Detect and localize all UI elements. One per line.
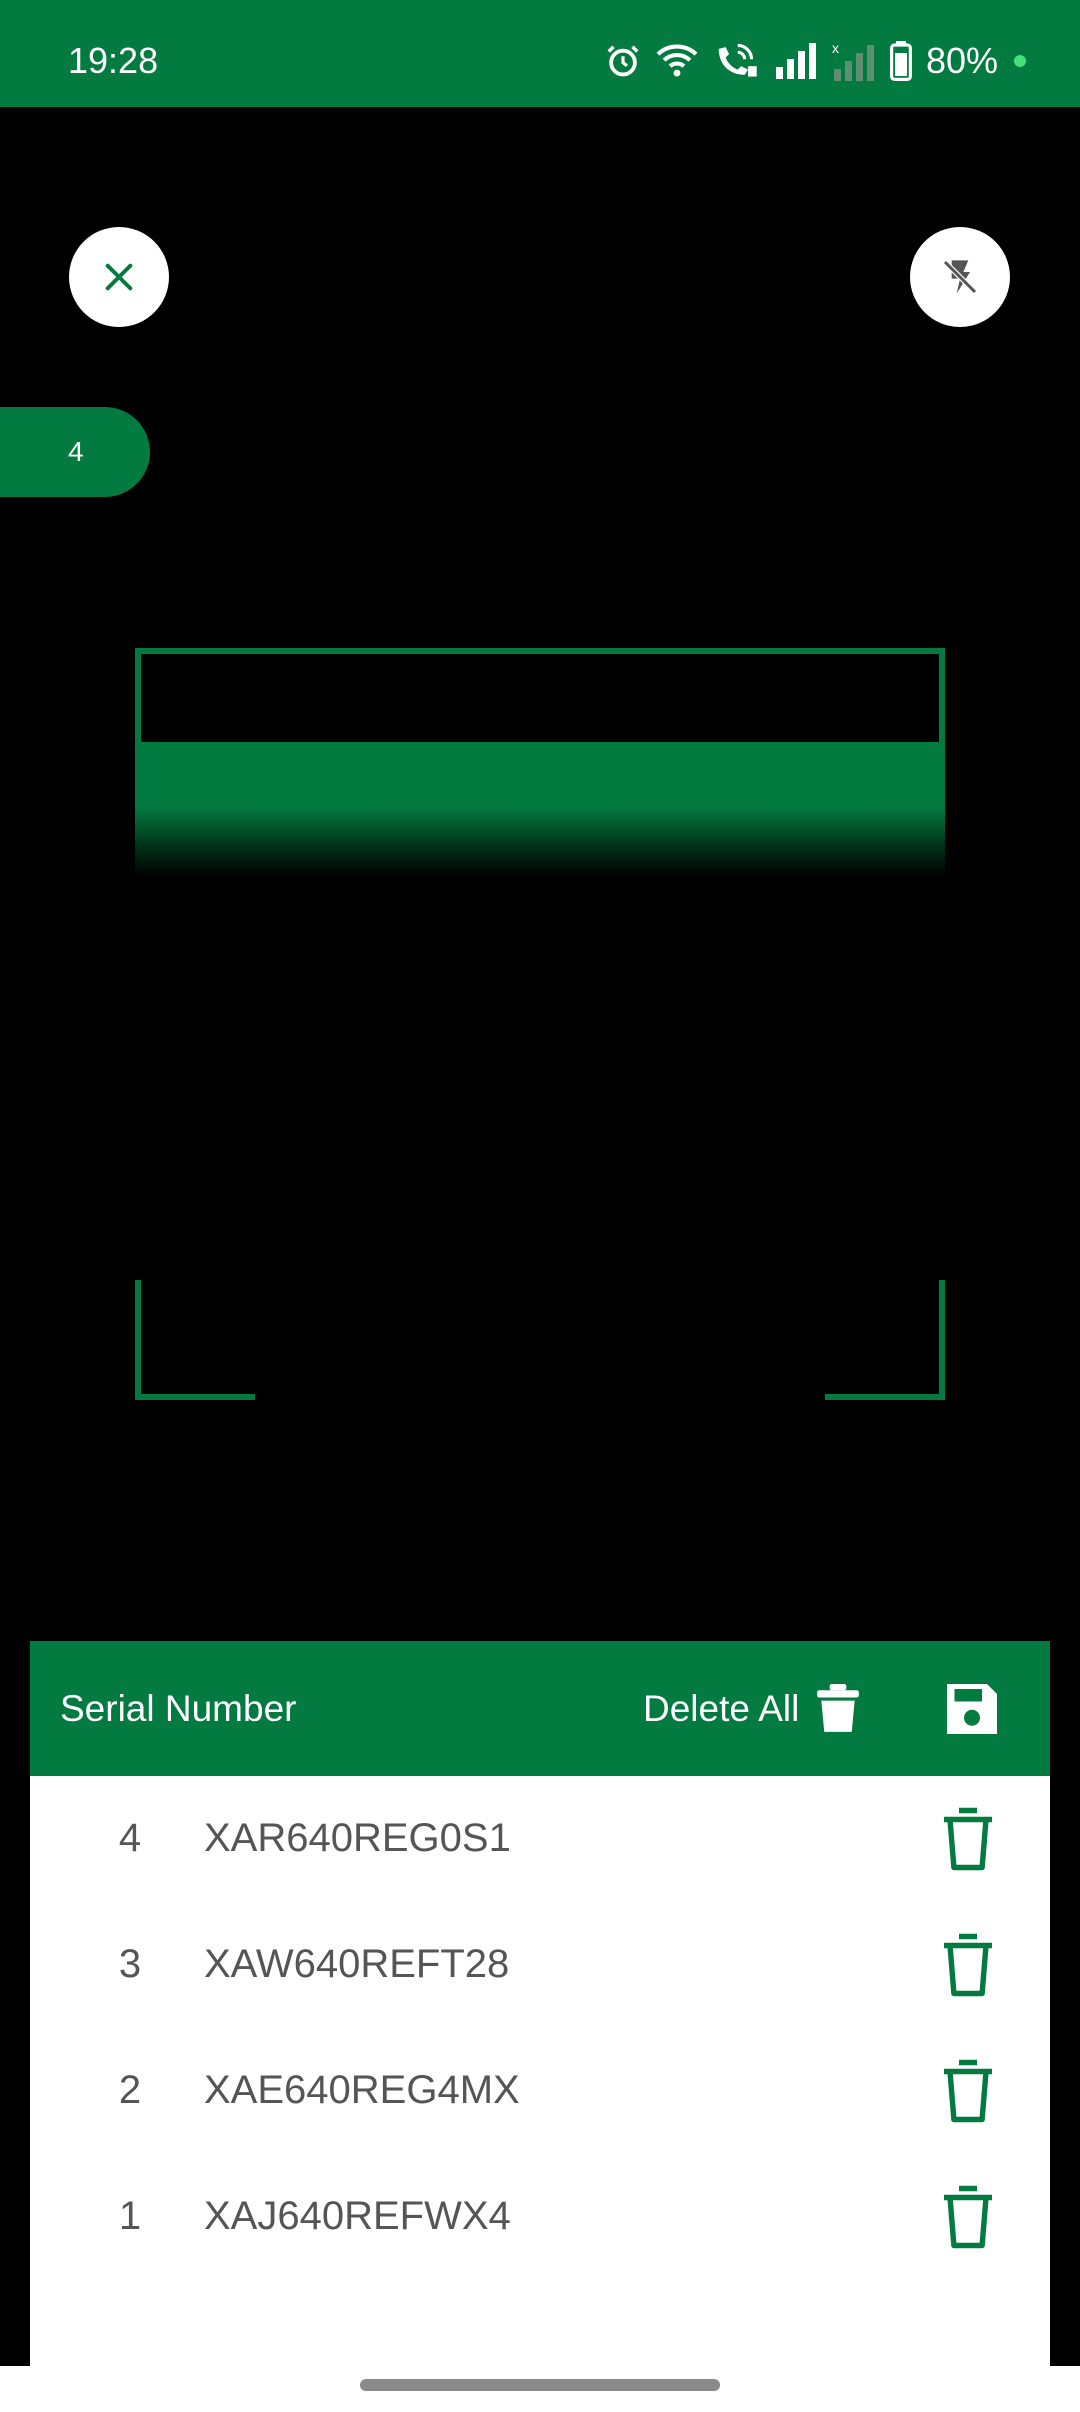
scan-corner-bottom-right: [825, 1280, 945, 1400]
alarm-icon: [607, 45, 639, 77]
signal-icon: [775, 43, 816, 79]
save-icon[interactable]: [942, 1679, 1002, 1739]
close-button[interactable]: [69, 227, 169, 327]
item-index: 2: [118, 2068, 142, 2112]
scan-frame: [135, 648, 945, 1400]
wifi-calling-icon: [718, 43, 757, 77]
signal-no-sim-icon: x: [832, 41, 874, 81]
status-icons: x 80%: [604, 38, 1026, 84]
delete-item-icon[interactable]: [938, 1806, 998, 1872]
flash-toggle-button[interactable]: [910, 227, 1010, 327]
list-item: 3 XAW640REFT28: [30, 1902, 1050, 2028]
close-icon: [105, 263, 133, 291]
status-time: 19:28: [68, 40, 159, 81]
item-index: 3: [118, 1942, 142, 1986]
privacy-dot: [1014, 55, 1026, 67]
delete-item-icon[interactable]: [938, 1932, 998, 1998]
item-serial: XAW640REFT28: [204, 1942, 510, 1986]
trash-icon: [817, 1684, 860, 1732]
wifi-icon: [656, 44, 698, 77]
delete-item-icon[interactable]: [938, 2058, 998, 2124]
list-item: 4 XAR640REG0S1: [30, 1776, 1050, 1902]
panel-title: Serial Number: [60, 1688, 297, 1729]
list-item: 1 XAJ640REFWX4: [30, 2154, 1050, 2280]
list-item: 2 XAE640REG4MX: [30, 2028, 1050, 2154]
svg-text:x: x: [832, 41, 839, 56]
battery-icon: [889, 41, 912, 81]
serial-list: 4 XAR640REG0S1 3 XAW640REFT28 2 XAE640RE…: [30, 1776, 1050, 2280]
item-serial: XAR640REG0S1: [204, 1816, 511, 1860]
delete-item-icon[interactable]: [938, 2184, 998, 2250]
item-index: 1: [118, 2194, 142, 2238]
scan-corner-bottom-left: [135, 1280, 255, 1400]
scan-corner-top-left: [135, 648, 255, 768]
home-indicator[interactable]: [360, 2379, 720, 2391]
status-bar: 19:28 x 80%: [0, 0, 1080, 107]
flash-off-icon: [943, 260, 977, 294]
panel-header: Serial Number Delete All: [30, 1641, 1050, 1776]
scan-line: [135, 742, 945, 877]
serial-number-panel: Serial Number Delete All 4 XAR640REG0S1 …: [30, 1641, 1050, 2366]
item-serial: XAJ640REFWX4: [204, 2194, 511, 2238]
scan-frame-top-outline: [135, 648, 945, 746]
delete-all-label: Delete All: [643, 1688, 800, 1729]
scan-count-badge: 4: [0, 407, 150, 497]
item-index: 4: [118, 1816, 142, 1860]
scan-corner-top-right: [825, 648, 945, 768]
delete-all-button[interactable]: Delete All: [643, 1681, 860, 1737]
scan-count-value: 4: [68, 436, 84, 467]
battery-percent: 80%: [925, 40, 998, 81]
item-serial: XAE640REG4MX: [204, 2068, 520, 2112]
